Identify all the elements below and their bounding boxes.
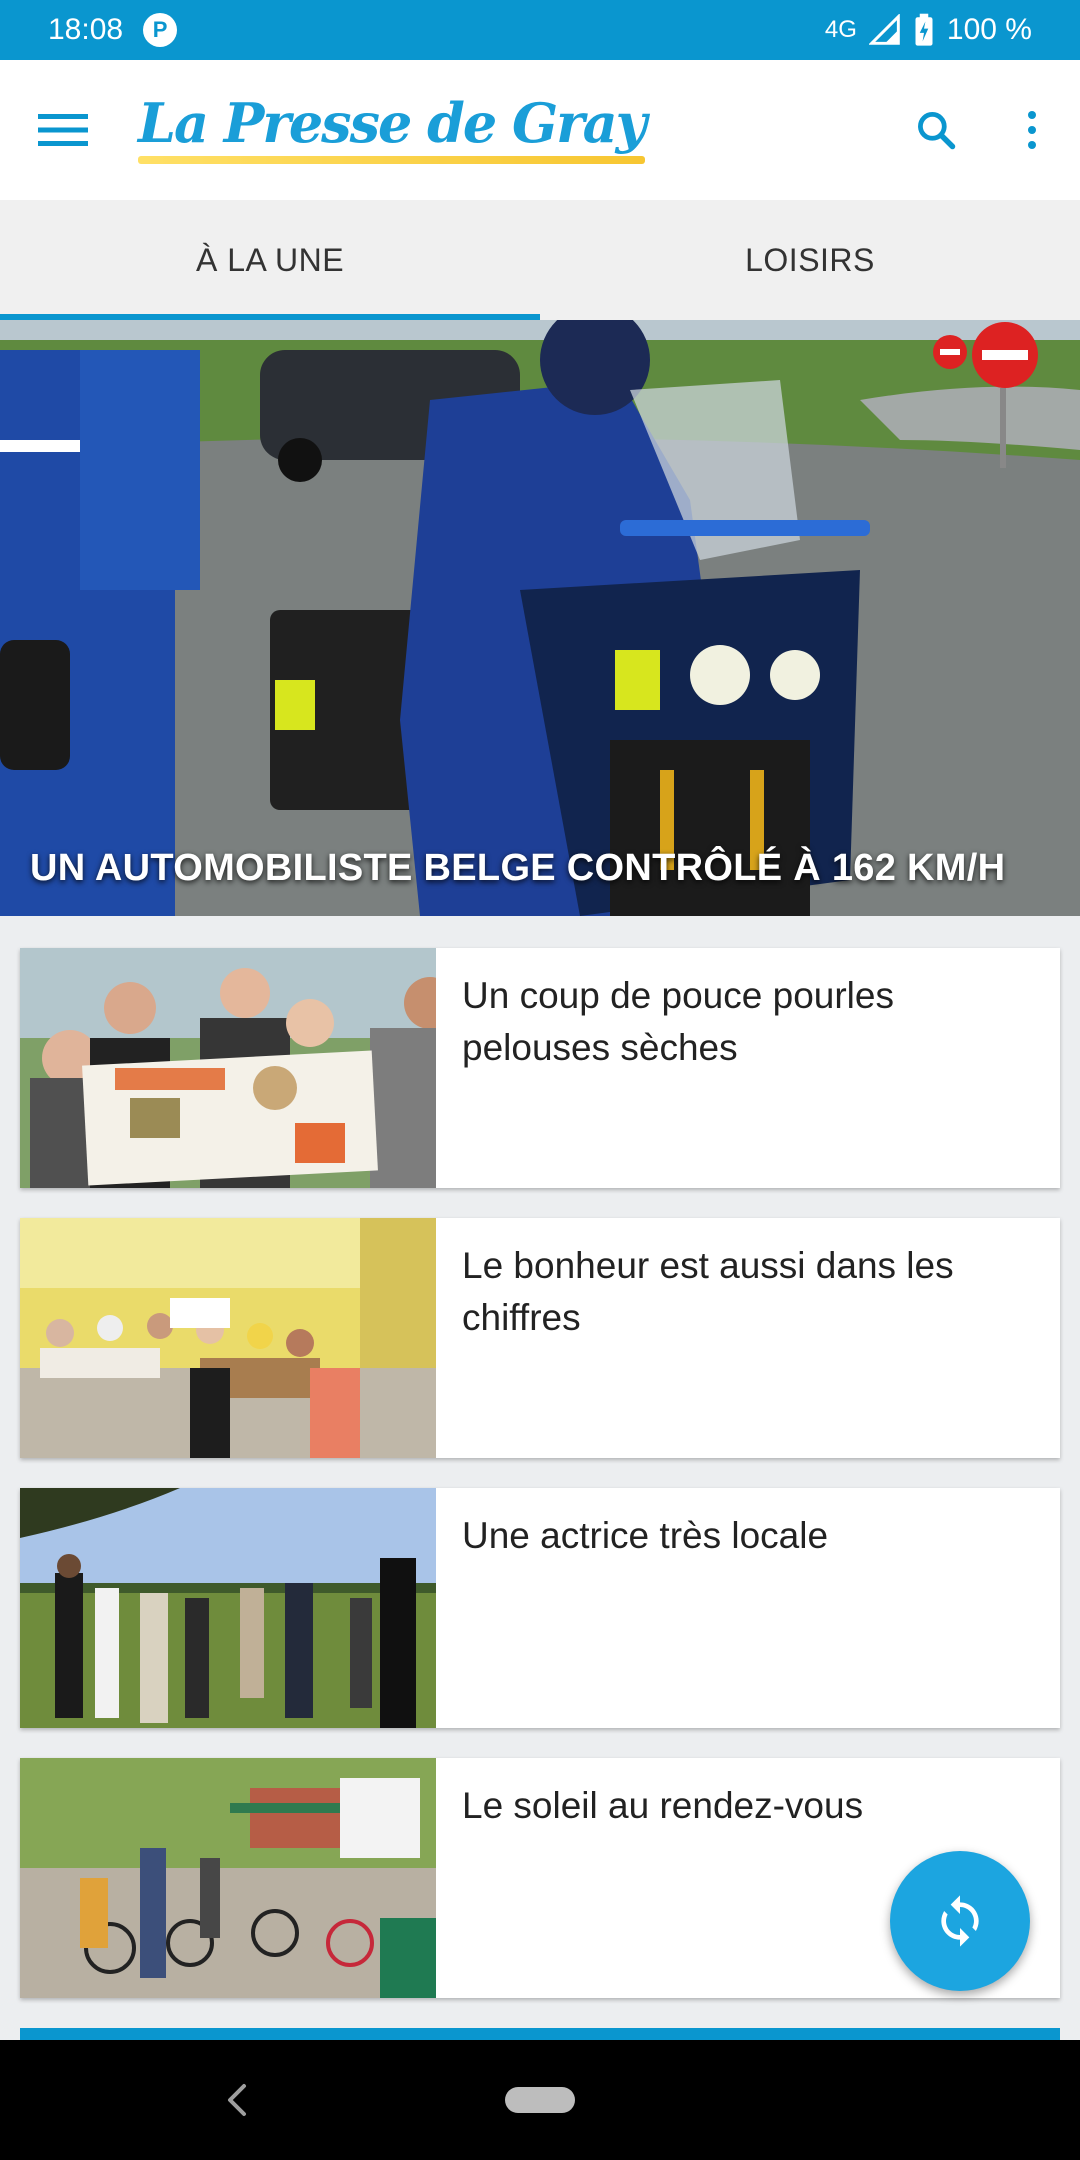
- status-time: 18:08: [48, 13, 124, 46]
- tab-loisirs[interactable]: LOISIRS: [540, 200, 1080, 320]
- article-thumbnail: [20, 1758, 436, 1998]
- battery-level: 100 %: [946, 13, 1032, 46]
- battery-charging-icon: [915, 13, 933, 46]
- logo-underline: [138, 156, 645, 164]
- more-vert-icon: [1028, 111, 1036, 149]
- app-logo[interactable]: La Presse de Gray: [138, 91, 647, 164]
- refresh-button[interactable]: [890, 1851, 1030, 1991]
- next-card-edge: [20, 2028, 1060, 2040]
- hero-caption: UN AUTOMOBILISTE BELGE CONTRÔLÉ À 162 KM…: [30, 847, 1006, 889]
- signal-icon: [868, 14, 900, 45]
- article-card[interactable]: Un coup de pouce pourles pelouses sèches: [20, 948, 1060, 1188]
- article-thumbnail: [20, 1218, 436, 1458]
- article-title: Un coup de pouce pourles pelouses sèches: [462, 975, 894, 1068]
- article-thumbnail: [20, 1488, 436, 1728]
- notification-app-icon: P: [143, 13, 178, 47]
- article-thumbnail: [20, 948, 436, 1188]
- hero-image: [0, 320, 1080, 916]
- search-icon: [918, 112, 956, 150]
- system-nav-bar: [0, 2040, 1080, 2160]
- back-chevron-icon[interactable]: [222, 2080, 252, 2120]
- tab-bar: À LA UNE LOISIRS: [0, 200, 1080, 320]
- article-card[interactable]: Une actrice très locale: [20, 1488, 1060, 1728]
- hamburger-menu-icon: [38, 114, 88, 146]
- status-right: 4G 100 %: [825, 13, 1032, 47]
- article-title: Le bonheur est aussi dans les chiffres: [462, 1245, 954, 1338]
- logo-text: La Presse de Gray: [138, 91, 647, 155]
- home-pill-icon[interactable]: [505, 2087, 575, 2113]
- refresh-icon: [941, 1895, 979, 1947]
- status-left: 18:08 P: [48, 13, 178, 47]
- hero-article[interactable]: UN AUTOMOBILISTE BELGE CONTRÔLÉ À 162 KM…: [0, 320, 1080, 916]
- more-options-button[interactable]: [984, 60, 1080, 200]
- status-bar: 18:08 P 4G 100 %: [0, 0, 1080, 60]
- tab-a-la-une[interactable]: À LA UNE: [0, 200, 540, 320]
- menu-button[interactable]: [0, 60, 126, 200]
- search-button[interactable]: [888, 60, 984, 200]
- article-title: Le soleil au rendez-vous: [462, 1785, 864, 1826]
- article-card[interactable]: Le bonheur est aussi dans les chiffres: [20, 1218, 1060, 1458]
- app-actions: [888, 60, 1080, 200]
- article-title: Une actrice très locale: [462, 1515, 829, 1556]
- app-bar: La Presse de Gray: [0, 60, 1080, 200]
- network-type: 4G: [824, 16, 857, 43]
